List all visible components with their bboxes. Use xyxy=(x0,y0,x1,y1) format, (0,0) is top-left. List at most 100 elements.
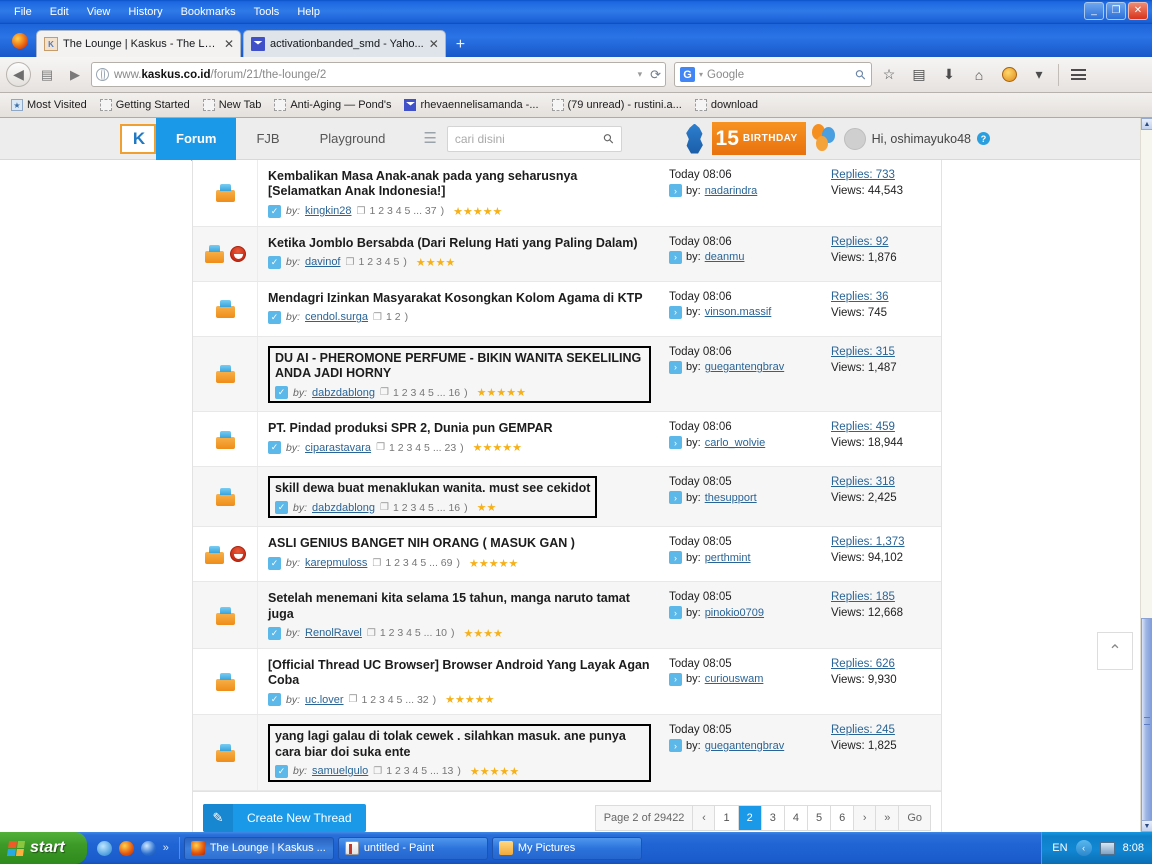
pagination-page-1[interactable]: 1 xyxy=(715,805,739,830)
maximize-button[interactable]: ❐ xyxy=(1106,2,1126,20)
browser-tab-lounge[interactable]: K The Lounge | Kaskus - The La... ✕ xyxy=(36,30,241,57)
addon-smiley-icon[interactable] xyxy=(996,62,1022,88)
thread-author-link[interactable]: kingkin28 xyxy=(305,205,351,217)
menu-file[interactable]: File xyxy=(6,3,40,21)
last-post-author-link[interactable]: thesupport xyxy=(705,492,757,504)
pagination-go-button[interactable]: Go xyxy=(899,805,931,830)
bookmark-star-icon[interactable]: ☆ xyxy=(876,62,902,88)
nav-tab-playground[interactable]: Playground xyxy=(300,118,406,160)
google-icon[interactable]: G xyxy=(680,67,695,82)
kaskus-logo-icon[interactable]: K xyxy=(120,123,156,154)
goto-last-post-icon[interactable]: › xyxy=(669,360,682,374)
tab-close-icon[interactable]: ✕ xyxy=(429,38,439,50)
menu-view[interactable]: View xyxy=(79,3,119,21)
table-row[interactable]: Mendagri Izinkan Masyarakat Kosongkan Ko… xyxy=(193,281,941,337)
category-list-icon[interactable]: ☰ xyxy=(423,131,436,146)
tray-expand-icon[interactable]: ‹ xyxy=(1075,840,1092,856)
goto-last-post-icon[interactable]: › xyxy=(669,491,682,504)
taskbar-button-lounge[interactable]: The Lounge | Kaskus ... xyxy=(183,836,334,860)
scroll-to-top-button[interactable]: ⌃ xyxy=(1097,632,1133,670)
replies-link[interactable]: Replies: 626 xyxy=(831,658,933,670)
bookmark-new-tab[interactable]: New Tab xyxy=(198,97,267,113)
reload-icon[interactable]: ⟳ xyxy=(647,67,661,83)
pagination-page-5[interactable]: 5 xyxy=(807,805,832,830)
replies-link[interactable]: Replies: 185 xyxy=(831,591,933,603)
history-icon[interactable]: ▤ xyxy=(35,63,59,87)
table-row[interactable]: Kembalikan Masa Anak-anak pada yang seha… xyxy=(193,160,941,227)
scroll-down-arrow-icon[interactable]: ▼ xyxy=(1141,820,1152,832)
bookmark-rhevaennelisamanda[interactable]: rhevaennelisamanda -... xyxy=(399,97,543,113)
taskbar-button-paint[interactable]: untitled - Paint xyxy=(337,836,488,860)
replies-link[interactable]: Replies: 92 xyxy=(831,236,933,248)
thread-title-link[interactable]: ASLI GENIUS BANGET NIH ORANG ( MASUK GAN… xyxy=(268,536,651,551)
thread-author-link[interactable]: samuelgulo xyxy=(312,765,368,777)
birthday-badge[interactable]: 15 BIRTHDAY xyxy=(711,122,806,155)
goto-last-post-icon[interactable]: › xyxy=(669,436,682,449)
minimize-button[interactable]: _ xyxy=(1084,2,1104,20)
thread-title-link[interactable]: yang lagi galau di tolak cewek . silahka… xyxy=(275,729,644,760)
table-row[interactable]: yang lagi galau di tolak cewek . silahka… xyxy=(193,715,941,791)
thread-page-links[interactable]: ❐ 1 2 3 4 5 ... 10) xyxy=(367,627,455,639)
search-icon[interactable]: ⚲ xyxy=(852,65,870,83)
thread-page-links[interactable]: ❐ 1 2 3 4 5 ... 32) xyxy=(349,694,437,706)
browser-tab-yahoo[interactable]: activationbanded_smd - Yaho... ✕ xyxy=(243,30,446,57)
thread-title-link[interactable]: Kembalikan Masa Anak-anak pada yang seha… xyxy=(268,169,651,200)
menu-edit[interactable]: Edit xyxy=(42,3,77,21)
menu-bookmarks[interactable]: Bookmarks xyxy=(173,3,244,21)
goto-last-post-icon[interactable]: › xyxy=(669,739,682,753)
thread-title-link[interactable]: skill dewa buat menaklukan wanita. must … xyxy=(275,481,590,496)
user-greeting[interactable]: Hi, oshimayuko48 xyxy=(872,132,971,146)
table-row[interactable]: Ketika Jomblo Bersabda (Dari Relung Hati… xyxy=(193,226,941,282)
table-row[interactable]: PT. Pindad produksi SPR 2, Dunia pun GEM… xyxy=(193,412,941,467)
replies-link[interactable]: Replies: 459 xyxy=(831,421,933,433)
replies-link[interactable]: Replies: 1,373 xyxy=(831,536,933,548)
forward-button[interactable]: ▶ xyxy=(63,63,87,87)
thread-page-links[interactable]: ❐ 1 2 3 4 5 ... 16) xyxy=(380,502,468,514)
thread-title-link[interactable]: DU AI - PHEROMONE PERFUME - BIKIN WANITA… xyxy=(275,351,644,382)
thread-page-links[interactable]: ❐ 1 2 3 4 5 ... 23) xyxy=(376,442,464,454)
thread-author-link[interactable]: ciparastavara xyxy=(305,442,371,454)
create-new-thread-button[interactable]: ✎ Create New Thread xyxy=(203,803,366,832)
thread-page-links[interactable]: ❐ 1 2 3 4 5 ... 16) xyxy=(380,387,468,399)
last-post-author-link[interactable]: pinokio0709 xyxy=(705,607,764,619)
menu-tools[interactable]: Tools xyxy=(246,3,288,21)
replies-link[interactable]: Replies: 245 xyxy=(831,724,933,736)
pagination-next[interactable]: › xyxy=(854,805,877,830)
goto-last-post-icon[interactable]: › xyxy=(669,250,682,264)
thread-page-links[interactable]: ❐ 1 2 3 4 5) xyxy=(346,256,407,268)
thread-author-link[interactable]: davinof xyxy=(305,256,340,268)
bookmark-unread-rustini[interactable]: (79 unread) - rustini.a... xyxy=(547,97,687,113)
goto-last-post-icon[interactable]: › xyxy=(669,305,682,319)
last-post-author-link[interactable]: carlo_wolvie xyxy=(705,437,766,449)
thread-page-links[interactable]: ❐ 1 2 3 4 5 ... 37) xyxy=(357,205,445,217)
firefox-button[interactable] xyxy=(6,27,34,55)
help-icon[interactable]: ? xyxy=(977,132,990,145)
thread-title-link[interactable]: [Official Thread UC Browser] Browser And… xyxy=(268,658,651,689)
thread-page-links[interactable]: ❐ 1 2 3 4 5 ... 69) xyxy=(372,557,460,569)
pagination-page-4[interactable]: 4 xyxy=(784,805,808,830)
bookmark-anti-aging[interactable]: Anti-Aging — Pond's xyxy=(269,97,396,113)
last-post-author-link[interactable]: guegantengbrav xyxy=(705,361,785,373)
menu-history[interactable]: History xyxy=(120,3,170,21)
goto-last-post-icon[interactable]: › xyxy=(669,184,682,197)
table-row[interactable]: ASLI GENIUS BANGET NIH ORANG ( MASUK GAN… xyxy=(193,527,941,583)
language-indicator[interactable]: EN xyxy=(1052,842,1067,854)
reader-icon[interactable]: ▤ xyxy=(906,62,932,88)
thread-title-link[interactable]: PT. Pindad produksi SPR 2, Dunia pun GEM… xyxy=(268,421,651,436)
pagination-prev[interactable]: ‹ xyxy=(693,805,716,830)
pagination-page-2[interactable]: 2 xyxy=(738,805,762,830)
quicklaunch-overflow-icon[interactable]: » xyxy=(163,842,169,854)
browser-icon[interactable] xyxy=(140,840,156,856)
thread-title-link[interactable]: Setelah menemani kita selama 15 tahun, m… xyxy=(268,591,651,622)
home-icon[interactable]: ⌂ xyxy=(966,62,992,88)
scroll-up-arrow-icon[interactable]: ▲ xyxy=(1141,118,1152,130)
download-icon[interactable]: ⬇ xyxy=(936,62,962,88)
site-search-input[interactable]: cari disini ⚲ xyxy=(446,125,622,152)
chevron-down-icon[interactable]: ▾ xyxy=(1026,62,1052,88)
start-button[interactable]: start xyxy=(0,832,87,864)
scrollbar-thumb[interactable] xyxy=(1141,618,1152,823)
replies-link[interactable]: Replies: 318 xyxy=(831,476,933,488)
last-post-author-link[interactable]: vinson.massif xyxy=(705,306,772,318)
network-icon[interactable] xyxy=(1099,841,1115,855)
tab-close-icon[interactable]: ✕ xyxy=(224,38,234,50)
